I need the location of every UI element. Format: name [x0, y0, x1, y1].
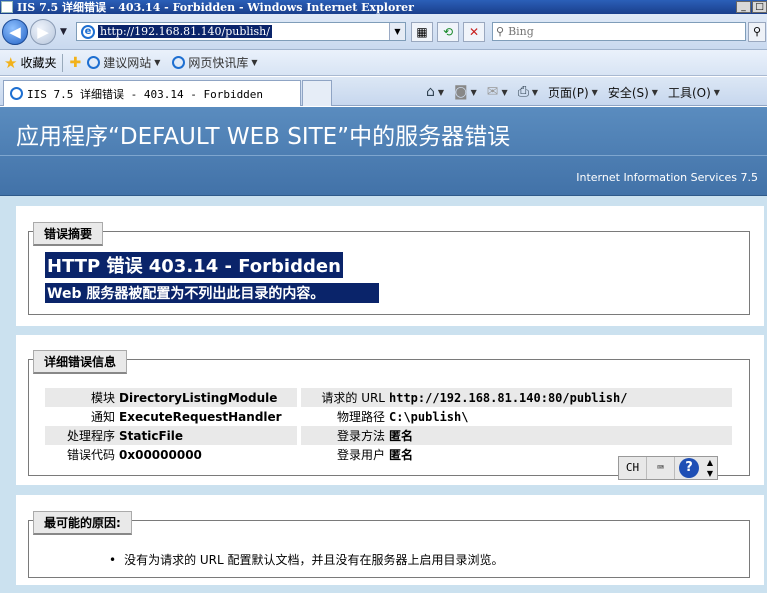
window-title: IIS 7.5 详细错误 - 403.14 - Forbidden - Wind… [17, 1, 414, 14]
help-icon[interactable]: ? [679, 458, 699, 478]
causes-list: 没有为请求的 URL 配置默认文档，并且没有在服务器上启用目录浏览。 [109, 551, 503, 568]
ie-icon [172, 56, 186, 69]
detail-value: 0x00000000 [119, 447, 202, 462]
causes-legend: 最可能的原因: [33, 511, 132, 535]
detail-value: http://192.168.81.140:80/publish/ [387, 388, 732, 407]
stop-button[interactable]: ✕ [463, 22, 485, 42]
search-icon[interactable]: ⚲ [748, 22, 766, 42]
chevron-down-icon: ▼ [251, 58, 258, 67]
favorites-label: 收藏夹 [20, 56, 57, 70]
favorite-item-label: 网页快讯库 [188, 56, 249, 70]
feeds-button[interactable]: ◙ ▼ [454, 84, 477, 100]
page-icon: e [81, 24, 95, 39]
table-row: 通知 ExecuteRequestHandler 物理路径 C:\publish… [45, 407, 732, 426]
favorites-bar: ★ 收藏夹 ✚ 建议网站 ▼ 网页快讯库 ▼ [0, 50, 767, 76]
page-menu-label: 页面(P) [548, 85, 589, 100]
detail-key: 模块 [45, 388, 117, 407]
summary-fieldset: 错误摘要 HTTP 错误 403.14 - Forbidden Web 服务器被… [28, 222, 750, 315]
detail-key: 通知 [90, 410, 115, 424]
home-icon: ⌂ [426, 84, 435, 100]
ime-toolbar: CH ⌨ ? ▲ ▼ [618, 456, 718, 480]
recent-pages-dropdown-icon[interactable]: ▼ [60, 27, 67, 37]
address-url[interactable]: http://192.168.81.140/publish/ [98, 25, 272, 38]
page-content: 应用程序“DEFAULT WEB SITE”中的服务器错误 Internet I… [0, 107, 767, 593]
details-table: 模块 DirectoryListingModule 请求的 URL http:/… [45, 388, 732, 464]
favorites-button[interactable]: ★ 收藏夹 [4, 54, 56, 72]
star-icon: ★ [4, 53, 18, 72]
address-bar[interactable]: e http://192.168.81.140/publish/ ▼ [76, 22, 406, 41]
details-panel: 详细错误信息 模块 DirectoryListingModule 请求的 URL… [16, 335, 764, 485]
command-bar: ⌂ ▼ ◙ ▼ ✉ ▼ ⎙ ▼ 页面(P) ▼ 安全(S) ▼ 工具(O) ▼ [426, 81, 730, 103]
page-menu[interactable]: 页面(P) ▼ [548, 84, 598, 101]
address-dropdown-icon[interactable]: ▼ [389, 23, 405, 40]
detail-key: 错误代码 [66, 448, 115, 462]
detail-key: 登录方法 [301, 426, 387, 445]
tab-row: IIS 7.5 详细错误 - 403.14 - Forbidden ⌂ ▼ ◙ ▼ … [0, 77, 767, 106]
tab-active[interactable]: IIS 7.5 详细错误 - 403.14 - Forbidden [3, 80, 301, 106]
address-toolbar: ◀ ▶ ▼ e http://192.168.81.140/publish/ ▼… [0, 14, 767, 50]
print-button[interactable]: ⎙ ▼ [518, 84, 538, 100]
causes-panel: 最可能的原因: 没有为请求的 URL 配置默认文档，并且没有在服务器上启用目录浏… [16, 495, 764, 585]
new-tab-button[interactable] [302, 80, 332, 106]
detail-key: 登录用户 [336, 448, 385, 462]
detail-key: 处理程序 [45, 426, 117, 445]
home-button[interactable]: ⌂ ▼ [426, 84, 444, 100]
favorite-item-label: 建议网站 [103, 56, 152, 70]
search-box[interactable]: ⚲ [492, 22, 746, 41]
summary-panel: 错误摘要 HTTP 错误 403.14 - Forbidden Web 服务器被… [16, 206, 764, 326]
tools-menu-label: 工具(O) [667, 85, 711, 100]
error-description: Web 服务器被配置为不列出此目录的内容。 [45, 283, 379, 303]
details-legend: 详细错误信息 [33, 350, 128, 374]
detail-key: 请求的 URL [301, 388, 387, 407]
table-row: 模块 DirectoryListingModule 请求的 URL http:/… [45, 388, 732, 407]
ie-app-icon[interactable] [1, 1, 13, 13]
error-title: HTTP 错误 403.14 - Forbidden [45, 252, 343, 278]
safety-menu[interactable]: 安全(S) ▼ [608, 84, 658, 101]
rss-icon: ◙ [454, 84, 468, 100]
detail-value: ExecuteRequestHandler [119, 409, 282, 424]
detail-value: 匿名 [387, 426, 732, 445]
keyboard-icon[interactable]: ⌨ [647, 457, 675, 479]
ie-icon [87, 56, 101, 69]
page-title: 应用程序“DEFAULT WEB SITE”中的服务器错误 [16, 124, 511, 150]
page-header: 应用程序“DEFAULT WEB SITE”中的服务器错误 Internet I… [0, 107, 767, 196]
tab-title: IIS 7.5 详细错误 - 403.14 - Forbidden [27, 87, 264, 101]
tools-menu[interactable]: 工具(O) ▼ [668, 84, 720, 101]
detail-value: DirectoryListingModule [117, 388, 297, 407]
compatibility-view-button[interactable]: ▦ [411, 22, 433, 42]
favorite-item-suggested[interactable]: 建议网站 ▼ [87, 54, 160, 71]
chevron-down-icon: ▼ [154, 58, 161, 67]
refresh-button[interactable]: ⟲ [437, 22, 459, 42]
forward-button[interactable]: ▶ [30, 19, 56, 45]
search-input[interactable] [508, 25, 709, 38]
back-button[interactable]: ◀ [2, 19, 28, 45]
favorite-item-webslice[interactable]: 网页快讯库 ▼ [172, 54, 258, 71]
ime-language-button[interactable]: CH [619, 457, 647, 479]
causes-fieldset: 最可能的原因: 没有为请求的 URL 配置默认文档，并且没有在服务器上启用目录浏… [28, 511, 750, 578]
list-item: 没有为请求的 URL 配置默认文档，并且没有在服务器上启用目录浏览。 [109, 551, 503, 568]
minimize-button[interactable]: _ [736, 1, 751, 13]
safety-menu-label: 安全(S) [607, 85, 649, 100]
divider [62, 53, 64, 72]
detail-value: C:\publish\ [389, 409, 469, 424]
search-provider-icon: ⚲ [496, 25, 505, 38]
detail-key: 物理路径 [336, 410, 385, 424]
title-bar: IIS 7.5 详细错误 - 403.14 - Forbidden - Wind… [0, 0, 767, 14]
printer-icon: ⎙ [517, 84, 529, 100]
header-divider [0, 155, 767, 156]
add-favorite-icon[interactable]: ✚ [69, 55, 81, 71]
mail-icon: ✉ [486, 84, 499, 100]
summary-legend: 错误摘要 [33, 222, 104, 246]
table-row: 处理程序 StaticFile 登录方法 匿名 [45, 426, 732, 445]
ie-icon [10, 87, 23, 100]
ime-options-icon[interactable]: ▲ ▼ [703, 457, 717, 479]
detail-value: StaticFile [117, 426, 297, 445]
mail-button[interactable]: ✉ ▼ [487, 84, 508, 100]
server-name: Internet Information Services 7.5 [576, 171, 758, 184]
maximize-button[interactable]: □ [752, 1, 767, 13]
